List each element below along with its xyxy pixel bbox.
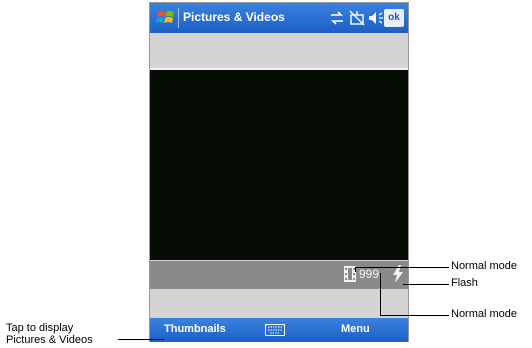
- callout-line-normal-mode-top-v: [355, 267, 356, 272]
- no-network-icon[interactable]: [348, 9, 366, 27]
- callout-line-tap: [118, 339, 164, 340]
- volume-icon[interactable]: [367, 9, 385, 27]
- callout-tap-line1: Tap to display: [6, 322, 74, 334]
- callout-normal-mode-bottom: Normal mode: [451, 308, 518, 320]
- remaining-count: 999: [359, 267, 380, 281]
- callout-line-normal-mode-top: [355, 267, 449, 268]
- menu-softkey[interactable]: Menu: [341, 323, 370, 335]
- bottom-band: [150, 289, 408, 318]
- callout-line-flash: [403, 284, 449, 285]
- keyboard-icon[interactable]: [265, 324, 285, 336]
- callout-flash: Flash: [451, 277, 478, 289]
- camera-status-bar: 999: [150, 261, 408, 289]
- menu-bar: Thumbnails Menu: [150, 318, 408, 342]
- thumbnails-softkey[interactable]: Thumbnails: [164, 323, 226, 335]
- windows-start-icon[interactable]: [156, 8, 176, 28]
- pda-screen: Pictures & Videos ok 999 Thumbnails Menu: [149, 2, 409, 342]
- camera-viewfinder[interactable]: [150, 68, 408, 260]
- callout-tap-line2: Pictures & Videos: [6, 334, 93, 346]
- connectivity-icon[interactable]: [328, 9, 346, 27]
- callout-line-normal-mode-bottom-v: [380, 273, 381, 315]
- ok-button[interactable]: ok: [384, 9, 404, 27]
- top-band: [150, 33, 408, 68]
- callout-normal-mode-top: Normal mode: [451, 260, 518, 272]
- app-title: Pictures & Videos: [183, 10, 285, 24]
- callout-line-normal-mode-bottom: [380, 315, 449, 316]
- title-separator: [178, 8, 179, 28]
- title-bar: Pictures & Videos ok: [150, 3, 408, 33]
